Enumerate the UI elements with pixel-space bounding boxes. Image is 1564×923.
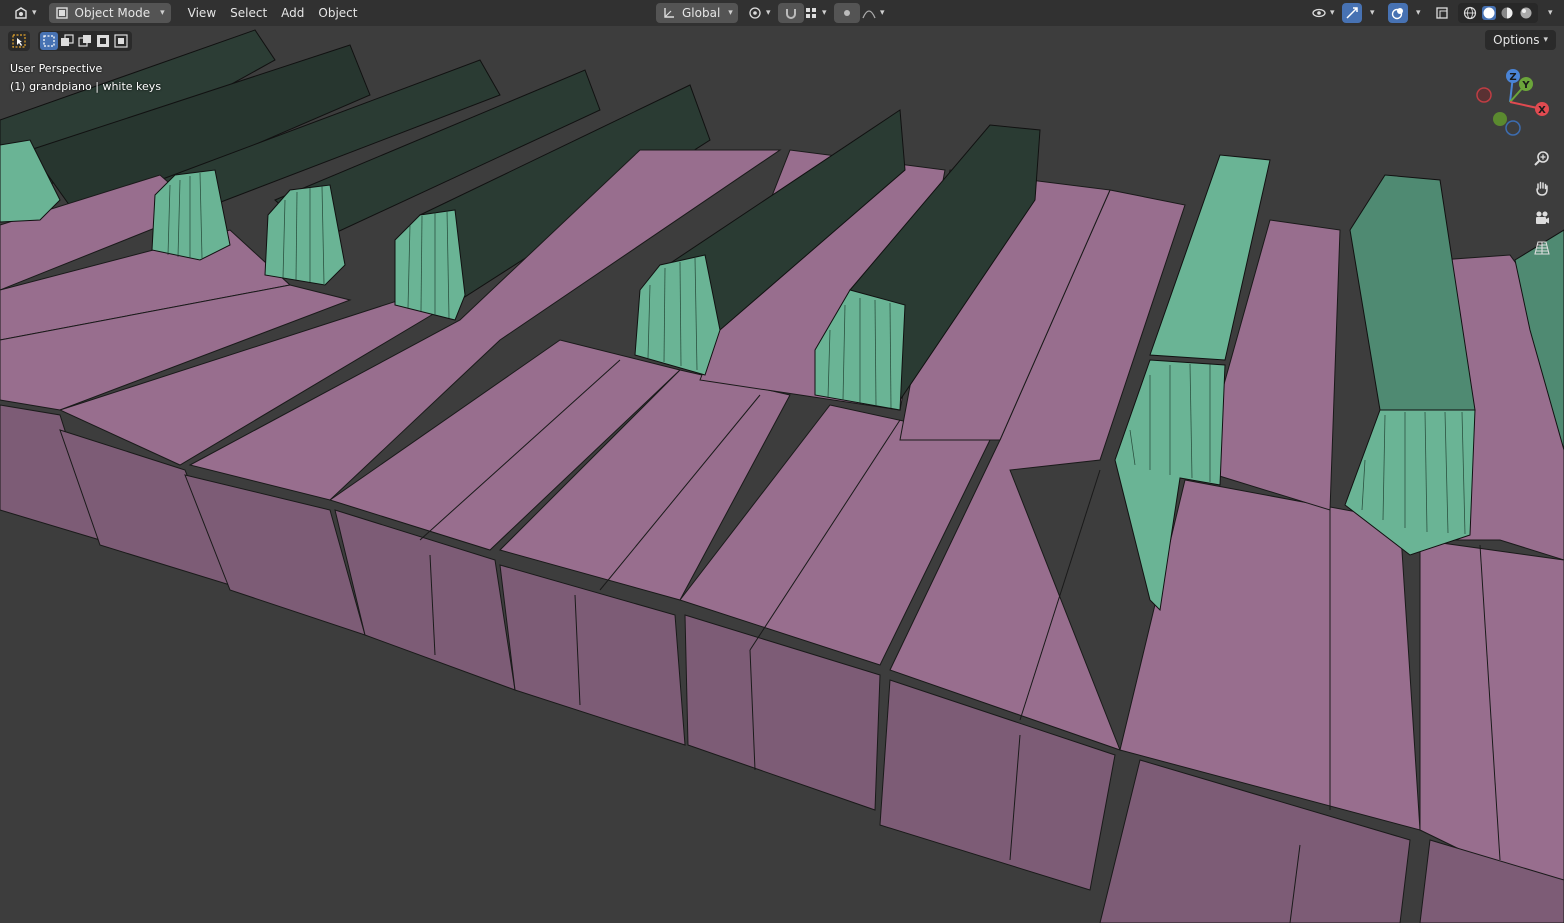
header-menus: View Select Add Object [181, 6, 365, 20]
orientation-icon [662, 6, 676, 20]
pivot-icon [748, 6, 762, 20]
menu-view[interactable]: View [181, 6, 223, 20]
solid-shading-icon[interactable] [1481, 6, 1496, 20]
perspective-toggle-button[interactable] [1528, 234, 1554, 260]
select-new-icon [42, 34, 56, 48]
hand-icon [1534, 180, 1548, 196]
piano-keys-scene [0, 0, 1564, 923]
perspective-label: User Perspective [10, 62, 103, 75]
shading-selector [1458, 3, 1538, 23]
wireframe-shading-icon[interactable] [1463, 6, 1477, 20]
orientation-label: Global [682, 6, 721, 20]
camera-view-button[interactable] [1528, 204, 1554, 230]
gizmo-menu[interactable]: ▾ [1362, 3, 1379, 23]
shading-menu[interactable]: ▾ [1540, 3, 1557, 23]
select-new-button[interactable] [40, 32, 58, 50]
object-mode-icon [55, 6, 69, 20]
mode-select[interactable]: Object Mode ▾ [48, 3, 171, 23]
select-tool-button[interactable] [8, 31, 30, 51]
gizmo-x-label: X [1538, 105, 1546, 116]
xray-toggle[interactable] [1432, 3, 1452, 23]
select-extend-icon [60, 34, 74, 48]
chevron-down-icon: ▾ [160, 8, 165, 18]
xray-icon [1435, 6, 1449, 20]
chevron-down-icon: ▾ [32, 8, 37, 18]
chevron-down-icon: ▾ [822, 8, 827, 18]
rendered-shading-icon[interactable] [1519, 6, 1533, 20]
overlays-icon [1391, 6, 1405, 20]
eye-icon [1312, 6, 1326, 20]
select-intersect-icon [114, 34, 128, 48]
gizmo-toggle[interactable] [1342, 3, 1362, 23]
zoom-icon [1534, 150, 1549, 166]
navigation-gizmo[interactable]: Z Y X [1470, 62, 1556, 142]
viewport-info: User Perspective (1) grandpiano | white … [10, 60, 161, 96]
orientation-select[interactable]: Global ▾ [656, 3, 738, 23]
options-dropdown[interactable]: Options ▾ [1485, 30, 1556, 50]
snap-target-button[interactable]: ▾ [798, 3, 833, 23]
snap-grid-icon [804, 6, 818, 20]
mode-label: Object Mode [74, 6, 151, 20]
tool-settings-row [8, 30, 132, 52]
axis-gizmo: Z Y X [1476, 69, 1549, 136]
selection-mode-group [38, 31, 132, 51]
menu-add[interactable]: Add [274, 6, 311, 20]
select-intersect-button[interactable] [112, 32, 130, 50]
gizmo-y-label: Y [1521, 80, 1530, 91]
chevron-down-icon: ▾ [1543, 35, 1548, 45]
chevron-down-icon: ▾ [1548, 8, 1553, 18]
menu-select[interactable]: Select [223, 6, 274, 20]
chevron-down-icon: ▾ [728, 8, 733, 18]
pan-button[interactable] [1528, 174, 1554, 200]
viewport-header: ▾ Object Mode ▾ View Select Add Object G… [0, 0, 1564, 26]
visibility-button[interactable]: ▾ [1306, 3, 1341, 23]
active-object-label: (1) grandpiano | white keys [10, 80, 162, 93]
chevron-down-icon: ▾ [1330, 8, 1335, 18]
gizmo-z-label: Z [1509, 72, 1516, 83]
gizmo-icon [1345, 6, 1359, 20]
editor-type-icon [14, 6, 28, 20]
pivot-point-button[interactable]: ▾ [742, 3, 777, 23]
proportional-edit-icon [840, 6, 854, 20]
material-shading-icon[interactable] [1500, 6, 1514, 20]
menu-object[interactable]: Object [311, 6, 364, 20]
overlays-menu[interactable]: ▾ [1408, 3, 1425, 23]
falloff-button[interactable]: ▾ [856, 3, 891, 23]
chevron-down-icon: ▾ [1370, 8, 1375, 18]
chevron-down-icon: ▾ [766, 8, 771, 18]
3d-viewport[interactable] [0, 0, 1564, 923]
overlays-toggle[interactable] [1388, 3, 1408, 23]
select-subtract-icon [78, 34, 92, 48]
select-invert-icon [96, 34, 110, 48]
magnet-icon [784, 6, 798, 20]
cursor-select-icon [12, 34, 26, 48]
camera-icon [1534, 210, 1549, 224]
grid-perspective-icon [1534, 240, 1550, 255]
select-extend-button[interactable] [58, 32, 76, 50]
zoom-button[interactable] [1528, 144, 1554, 170]
chevron-down-icon: ▾ [1416, 8, 1421, 18]
select-subtract-button[interactable] [76, 32, 94, 50]
chevron-down-icon: ▾ [880, 8, 885, 18]
options-label: Options [1493, 33, 1540, 47]
editor-type-button[interactable]: ▾ [8, 3, 43, 23]
select-invert-button[interactable] [94, 32, 112, 50]
falloff-curve-icon [862, 6, 876, 20]
